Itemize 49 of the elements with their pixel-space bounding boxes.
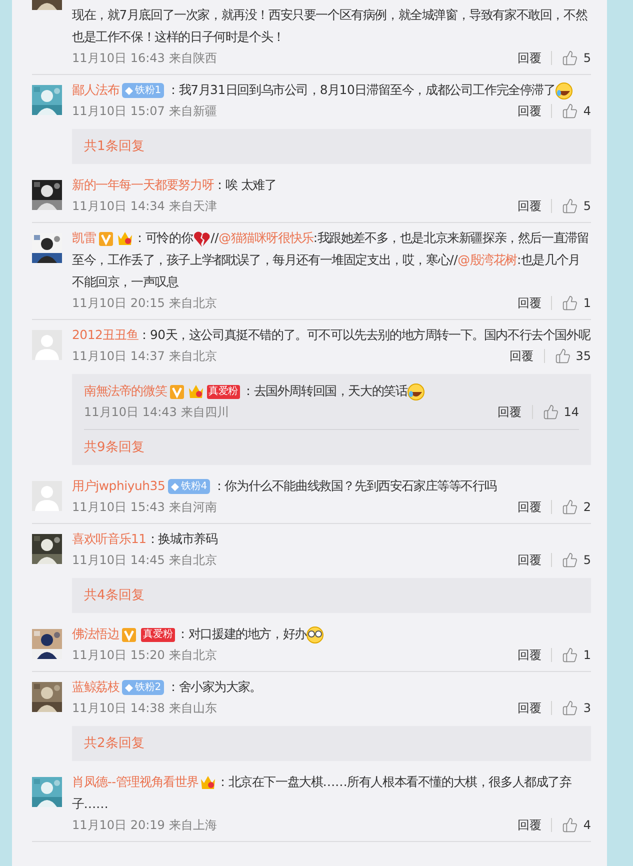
comment-text: 蓝鲸荔枝 铁粉2 ：舍小家为大家。: [72, 678, 262, 698]
reply-button[interactable]: 回覆: [517, 51, 552, 65]
like-button[interactable]: 5: [552, 551, 591, 569]
comment-text: 鄙人法布 铁粉1 ：我7月31日回到乌市公司，8月10日滞留至今，成都公司工作完全停滞了: [72, 79, 591, 101]
reply-button[interactable]: 回覆: [510, 349, 545, 363]
comment-time: 11月10日 15:43 来自河南: [72, 499, 217, 516]
comment-time: 11月10日 14:34 来自天津: [72, 198, 217, 215]
fan-level-badge: 铁粉2: [122, 680, 164, 696]
comment-text: 佛法悟边 真爱粉 ：对口援建的地方，好办: [72, 623, 591, 645]
reply-button[interactable]: 回覆: [517, 553, 552, 567]
true-fan-badge: 真爱粉: [141, 628, 175, 642]
comment-text: 肖凤德--管理视角看世界 ：北京在下一盘大棋……所有人根本看不懂的大棋，很多人都成了弃子……: [72, 773, 572, 813]
reply-button[interactable]: 回覆: [517, 104, 552, 118]
like-button[interactable]: 5: [552, 197, 591, 215]
fan-level-badge: 铁粉4: [168, 479, 210, 494]
comment-text: 新的一年每一天都要努力呀：唉 太难了: [72, 176, 278, 194]
comment-text: 南無法帝的微笑 真爱粉 ：去国外周转回国，天大的笑话: [84, 380, 579, 402]
comment-text: 喜欢听音乐11：换城市养码: [72, 530, 218, 548]
comment-text: 现在，就7月底回了一次家，就再没！西安只要一个区有病例，就全城弹窗，导致有家不敢回，不然也是工作不保！这样的日子何时是个头！: [72, 6, 588, 46]
like-button[interactable]: 2: [552, 498, 591, 516]
reply-button[interactable]: 回覆: [517, 701, 552, 715]
comment-time: 11月10日 14:43 来自四川: [84, 404, 229, 421]
comment-text: 凯雷 ：可怜的你 //@猫猫咪呀很快乐:我跟她差不多，也是北京来新疆探亲，然后一直滞留至今，工作丢了，孩子上学都耽误了，每月还有一堆固定支出，哎，寒心//@殷湾花树:也是几个月不能回京，一声叹息: [72, 228, 590, 291]
reply-button[interactable]: 回覆: [517, 199, 552, 213]
like-button[interactable]: 4: [552, 816, 591, 834]
like-button[interactable]: 1: [552, 646, 591, 664]
comment-time: 11月10日 14:38 来自山东: [72, 700, 217, 717]
fan-level-badge: 铁粉1: [122, 83, 164, 98]
reply-button[interactable]: 回覆: [517, 648, 552, 662]
comment-time: 11月10日 14:45 来自北京: [72, 552, 217, 569]
comment-time: 11月10日 16:43 来自陕西: [72, 50, 217, 67]
like-button[interactable]: 1: [552, 294, 591, 312]
like-button[interactable]: 4: [552, 102, 591, 120]
comment-time: 11月10日 20:19 来自上海: [72, 817, 217, 834]
like-button[interactable]: 5: [552, 49, 591, 67]
comment-time: 11月10日 15:20 来自北京: [72, 647, 217, 664]
like-button[interactable]: 3: [552, 699, 591, 717]
comment-time: 11月10日 15:07 来自新疆: [72, 103, 217, 120]
reply-button[interactable]: 回覆: [517, 818, 552, 832]
reply-button[interactable]: 回覆: [517, 500, 552, 514]
like-button[interactable]: 14: [532, 403, 579, 421]
comment-time: 11月10日 20:15 来自北京: [72, 295, 217, 312]
comment-text: 2012丑丑鱼：90天，这公司真挺不错的了。可不可以先去别的地方周转一下。国内不行去个国外呢: [72, 326, 591, 344]
comment-time: 11月10日 14:37 来自北京: [72, 348, 217, 365]
true-fan-badge: 真爱粉: [206, 384, 240, 399]
reply-button[interactable]: 回覆: [498, 405, 533, 419]
comment-text: 用户jwphiyuh35 铁粉4 ：你为什么不能曲线救国？先到西安石家庄等等不行吗: [72, 477, 498, 496]
like-button[interactable]: 35: [544, 347, 591, 365]
reply-button[interactable]: 回覆: [517, 296, 552, 310]
